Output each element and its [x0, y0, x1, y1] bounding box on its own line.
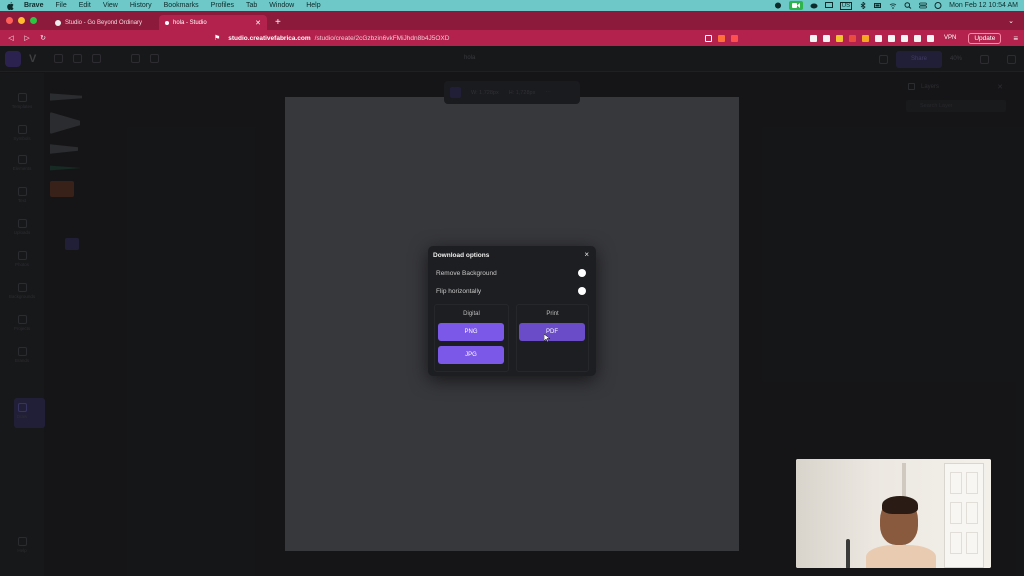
- macos-menubar: Brave File Edit View History Bookmarks P…: [0, 0, 1024, 11]
- digital-section: Digital PNG JPG: [434, 304, 509, 372]
- close-tab-icon[interactable]: ✕: [255, 19, 261, 27]
- display-icon[interactable]: [824, 2, 833, 9]
- print-section: Print PDF: [516, 304, 589, 372]
- extension-icon[interactable]: [901, 34, 909, 42]
- webcam-overlay: [796, 459, 991, 568]
- mouse-cursor-icon: [544, 334, 550, 343]
- remove-background-toggle[interactable]: [578, 269, 586, 277]
- menu-profiles[interactable]: Profiles: [211, 2, 234, 9]
- minimize-window-button[interactable]: [18, 17, 25, 24]
- url-path: /studio/create/2cGzbzin6vkFMiJhdn8b4J5OX…: [314, 34, 450, 42]
- browser-menu-icon[interactable]: ≡: [1013, 34, 1018, 43]
- video-chair: [846, 539, 850, 568]
- record-icon[interactable]: [774, 2, 782, 9]
- cloud-icon[interactable]: [810, 2, 818, 9]
- extension-icon[interactable]: [875, 34, 883, 42]
- door-panel: [950, 472, 962, 494]
- door-panel: [966, 472, 978, 494]
- pdf-button[interactable]: PDF: [519, 323, 585, 341]
- back-icon[interactable]: ◁: [6, 34, 16, 42]
- reload-icon[interactable]: ↻: [38, 34, 48, 42]
- door-panel: [966, 502, 978, 524]
- browser-tab-bar: Studio - Go Beyond Ordinary hola - Studi…: [0, 11, 1024, 30]
- url-domain: studio.creativefabrica.com: [228, 34, 311, 42]
- maximize-window-button[interactable]: [30, 17, 37, 24]
- extension-icon[interactable]: [862, 34, 870, 42]
- menu-window[interactable]: Window: [269, 2, 294, 9]
- tab-favicon: [55, 19, 61, 26]
- extension-icon[interactable]: [810, 34, 818, 42]
- menu-bookmarks[interactable]: Bookmarks: [164, 2, 199, 9]
- digital-title: Digital: [463, 311, 480, 317]
- flip-horizontally-row: Flip horizontally: [436, 287, 586, 295]
- tab-hola-studio[interactable]: hola - Studio ✕: [159, 15, 267, 30]
- wallet-icon[interactable]: [927, 34, 935, 42]
- input-source[interactable]: US: [839, 1, 853, 10]
- flip-horizontally-toggle[interactable]: [578, 287, 586, 295]
- extension-icon[interactable]: [849, 34, 857, 42]
- video-door: [944, 463, 984, 568]
- apple-icon[interactable]: [6, 1, 14, 10]
- search-icon[interactable]: [904, 2, 912, 9]
- url-field[interactable]: studio.creativefabrica.com/studio/create…: [228, 35, 449, 42]
- png-button[interactable]: PNG: [438, 323, 504, 341]
- extension-icon[interactable]: [888, 34, 896, 42]
- brave-rewards-icon[interactable]: [731, 34, 739, 42]
- camera-icon[interactable]: [788, 1, 803, 10]
- flip-horizontally-label: Flip horizontally: [436, 288, 482, 295]
- remove-background-row: Remove Background: [436, 269, 586, 277]
- vpn-button[interactable]: VPN: [944, 35, 956, 41]
- extension-icon[interactable]: [836, 34, 844, 42]
- wifi-icon[interactable]: [889, 2, 897, 9]
- menu-tab[interactable]: Tab: [246, 2, 257, 9]
- remove-background-label: Remove Background: [436, 270, 497, 277]
- menu-edit[interactable]: Edit: [79, 2, 91, 9]
- new-tab-button[interactable]: +: [275, 15, 281, 30]
- dialog-title: Download options: [433, 252, 490, 259]
- video-person-hair: [882, 496, 918, 514]
- control-center-icon[interactable]: [919, 2, 927, 9]
- door-panel: [966, 532, 978, 554]
- forward-icon[interactable]: ▷: [22, 34, 32, 42]
- menu-view[interactable]: View: [103, 2, 118, 9]
- tab-favicon: [165, 20, 169, 25]
- jpg-button[interactable]: JPG: [438, 346, 504, 364]
- menu-file[interactable]: File: [55, 2, 66, 9]
- menu-app-name[interactable]: Brave: [24, 2, 43, 9]
- menubar-clock[interactable]: Mon Feb 12 10:54 AM: [949, 2, 1018, 9]
- update-button[interactable]: Update: [968, 32, 1002, 44]
- battery-icon[interactable]: [874, 2, 882, 9]
- video-person-body: [866, 545, 936, 568]
- window-controls: [6, 11, 37, 30]
- door-panel: [950, 532, 962, 554]
- extension-icon[interactable]: [823, 34, 831, 42]
- bookmark-icon[interactable]: ⚑: [214, 34, 220, 42]
- close-icon[interactable]: ×: [584, 250, 589, 259]
- download-options-dialog: Download options × Remove Background Fli…: [428, 246, 596, 376]
- tab-studio-home[interactable]: Studio - Go Beyond Ordinary: [49, 15, 157, 30]
- address-bar: ◁ ▷ ↻ ⚑ studio.creativefabrica.com/studi…: [0, 30, 1024, 46]
- status-icons: US Mon Feb 12 10:54 AM: [774, 1, 1018, 10]
- door-panel: [950, 502, 962, 524]
- toolbar-extensions: VPN Update ≡: [705, 32, 1018, 44]
- extension-icon[interactable]: [914, 34, 922, 42]
- tab-list-chevron-icon[interactable]: ⌄: [1008, 11, 1014, 30]
- close-window-button[interactable]: [6, 17, 13, 24]
- share-icon[interactable]: [705, 34, 713, 42]
- print-title: Print: [546, 311, 559, 317]
- brave-shields-icon[interactable]: [718, 34, 726, 42]
- siri-icon[interactable]: [934, 2, 942, 9]
- menu-history[interactable]: History: [130, 2, 152, 9]
- tab-title: hola - Studio: [173, 19, 207, 26]
- menu-help[interactable]: Help: [306, 2, 320, 9]
- bluetooth-icon[interactable]: [859, 2, 867, 9]
- tab-title: Studio - Go Beyond Ordinary: [65, 19, 143, 26]
